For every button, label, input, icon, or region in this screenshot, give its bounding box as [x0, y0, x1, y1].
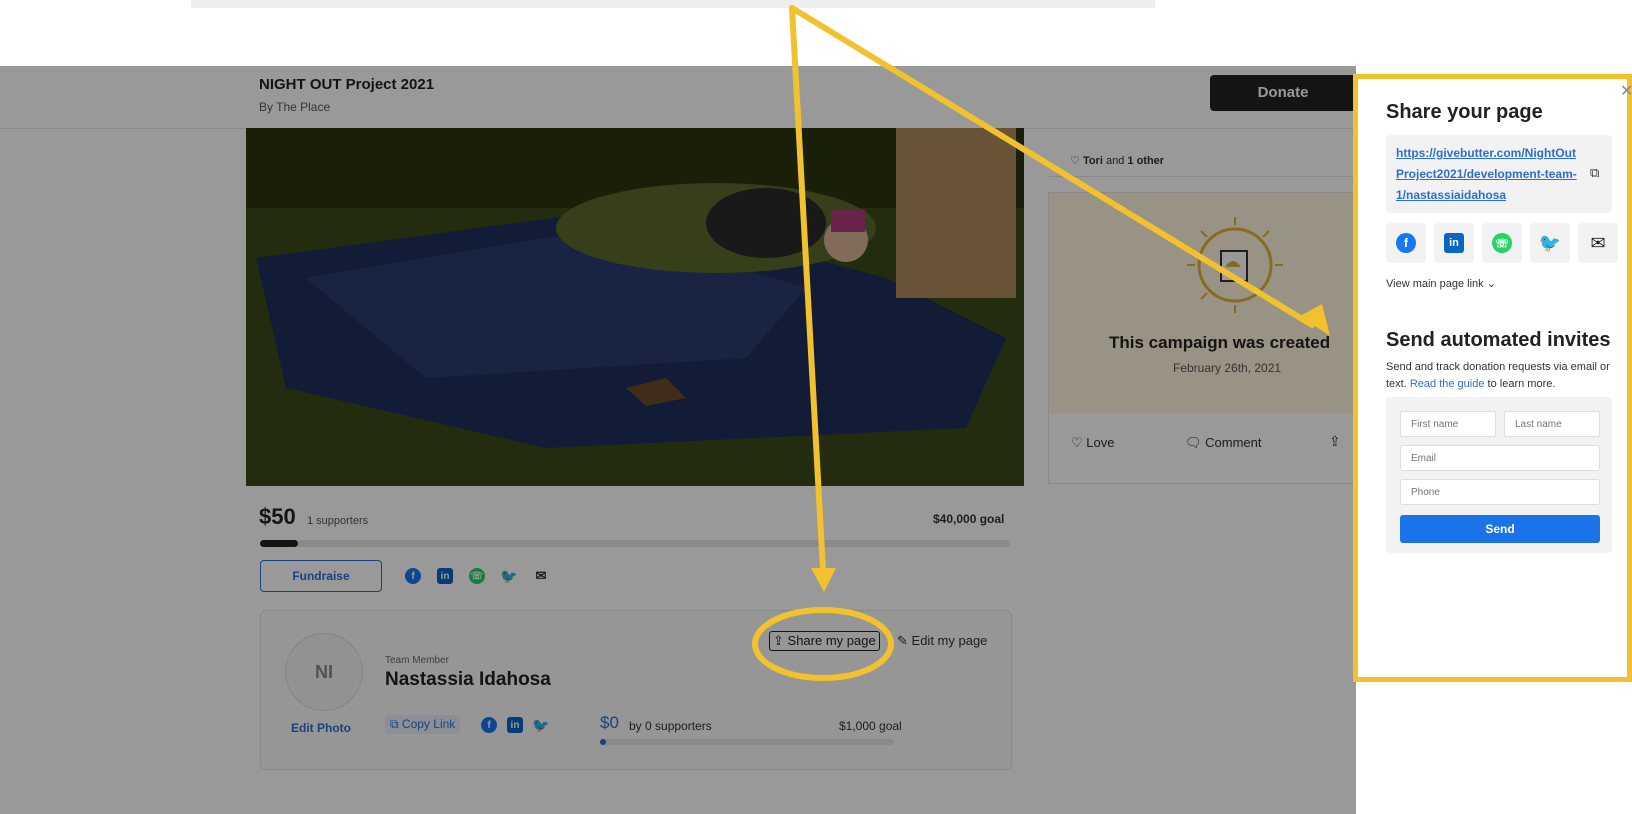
first-name-input[interactable]: [1400, 411, 1496, 437]
share-twitter-button[interactable]: 🐦: [1530, 223, 1570, 263]
share-link-box: https://givebutter.com/NightOutProject20…: [1386, 135, 1612, 213]
share-modal-title: Share your page: [1386, 101, 1543, 123]
chevron-down-icon: ⌄: [1486, 278, 1496, 290]
copy-icon[interactable]: ⧉: [1590, 165, 1599, 181]
email-input[interactable]: [1400, 445, 1600, 471]
share-link[interactable]: https://givebutter.com/NightOutProject20…: [1396, 143, 1582, 206]
invites-desc-2: to learn more.: [1487, 378, 1556, 390]
invites-title: Send automated invites: [1386, 329, 1611, 351]
last-name-input[interactable]: [1504, 411, 1600, 437]
view-main-label: View main page link: [1386, 278, 1484, 290]
share-facebook-button[interactable]: f: [1386, 223, 1426, 263]
view-main-page-link[interactable]: View main page link ⌄: [1386, 277, 1496, 290]
send-invite-button[interactable]: Send: [1400, 515, 1600, 543]
linkedin-icon: in: [1444, 233, 1464, 253]
close-icon[interactable]: ✕: [1620, 81, 1632, 101]
modal-backdrop[interactable]: [0, 66, 1356, 814]
share-page-modal: ✕ Share your page https://givebutter.com…: [1353, 74, 1632, 682]
share-whatsapp-button[interactable]: ☏: [1482, 223, 1522, 263]
whatsapp-icon: ☏: [1492, 233, 1512, 253]
share-email-button[interactable]: ✉: [1578, 223, 1618, 263]
mail-icon: ✉: [1590, 232, 1606, 253]
phone-input[interactable]: [1400, 479, 1600, 505]
facebook-icon: f: [1396, 233, 1416, 253]
share-linkedin-button[interactable]: in: [1434, 223, 1474, 263]
instruction-strip: [191, 0, 1155, 8]
twitter-icon: 🐦: [1538, 232, 1562, 253]
read-guide-link[interactable]: Read the guide: [1410, 378, 1485, 390]
invite-form: Send: [1386, 397, 1612, 553]
invites-description: Send and track donation requests via ema…: [1386, 359, 1626, 393]
